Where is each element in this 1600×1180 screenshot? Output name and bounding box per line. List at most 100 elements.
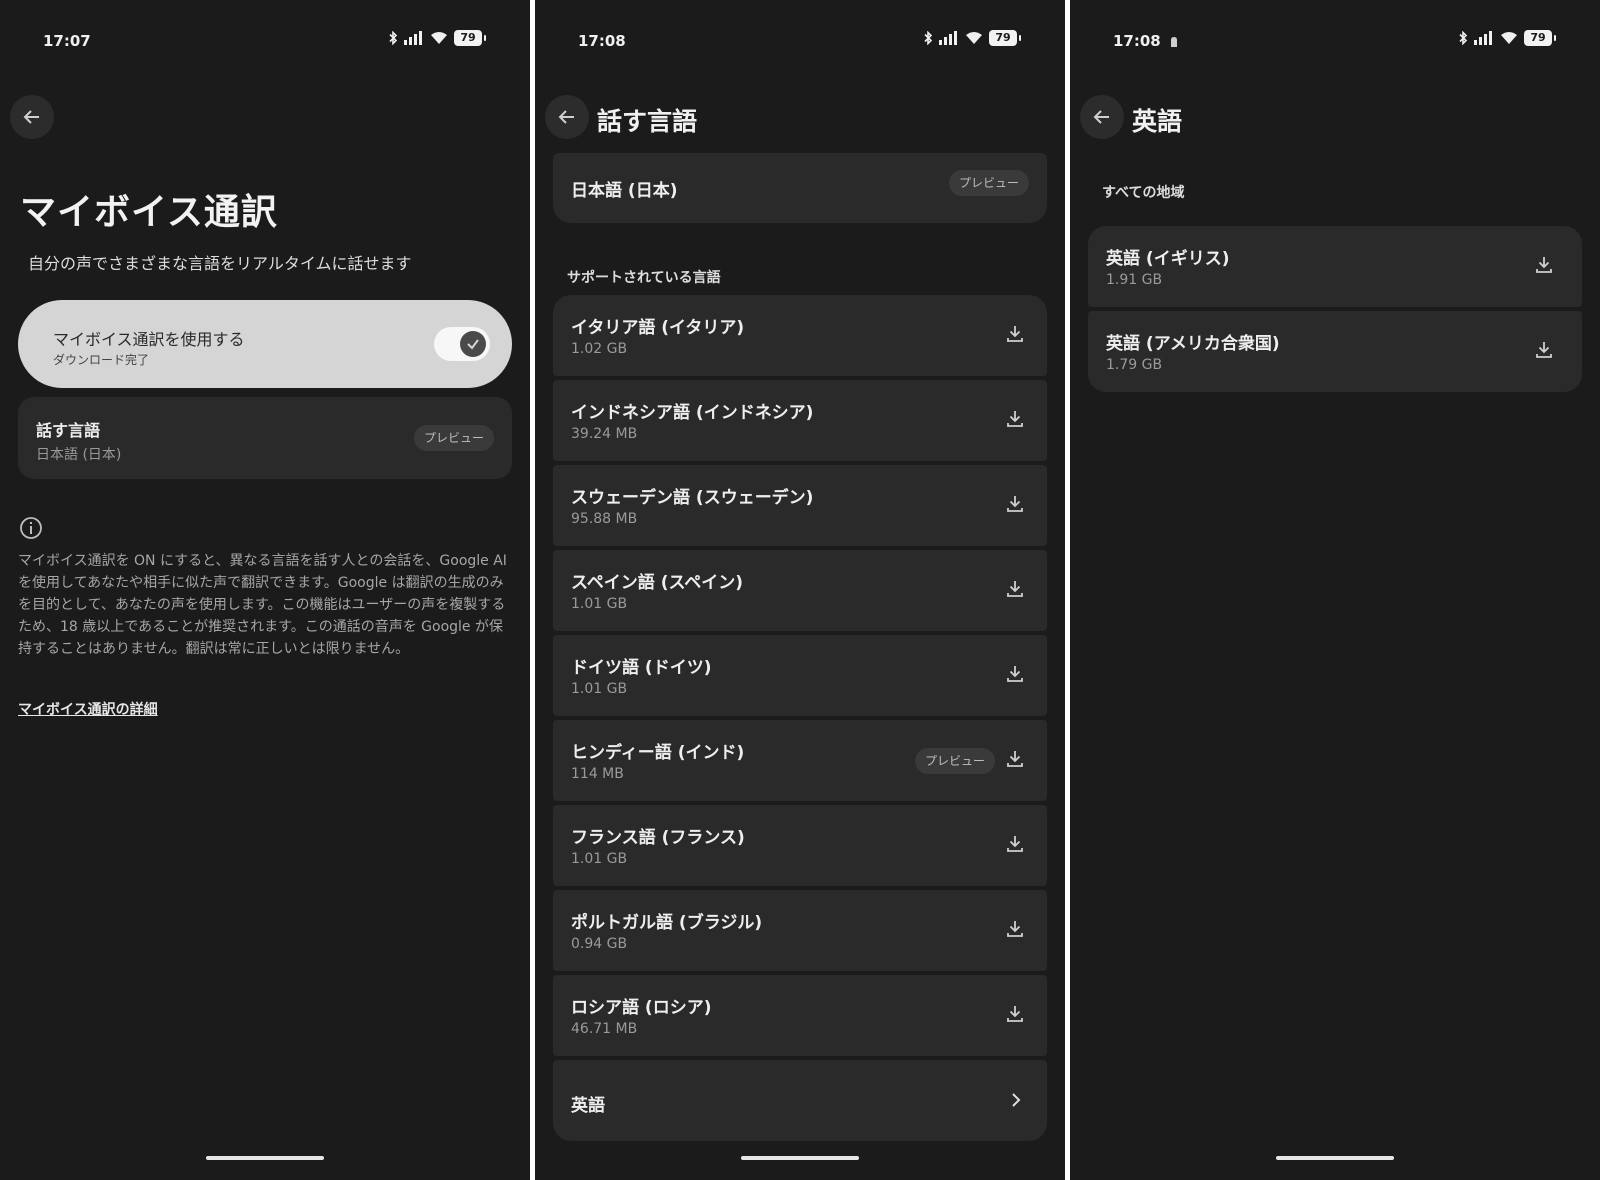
language-size: 1.01 GB — [571, 596, 628, 612]
all-regions-heading: すべての地域 — [1102, 185, 1185, 201]
language-name: 英語 — [571, 1096, 605, 1116]
status-bar: 17:08 79 — [535, 30, 1065, 54]
supported-languages-heading: サポートされている言語 — [567, 270, 721, 286]
signal-icon — [939, 31, 957, 45]
info-text: マイボイス通訳を ON にすると、異なる言語を話す人との会話を、Google A… — [18, 553, 507, 657]
speaking-language-value: 日本語 (日本) — [36, 447, 122, 463]
speaking-language-label: 話す言語 — [36, 421, 101, 440]
language-name: ドイツ語 (ドイツ) — [571, 658, 712, 678]
gesture-nav-bar[interactable] — [1276, 1156, 1394, 1160]
check-icon — [467, 339, 479, 350]
page-title: 英語 — [1132, 107, 1183, 136]
language-size: 114 MB — [571, 766, 624, 782]
download-status: ダウンロード完了 — [53, 353, 150, 367]
status-time-text: 17:08 — [1113, 32, 1161, 50]
toggle-switch[interactable] — [434, 327, 490, 361]
language-name: インドネシア語 (インドネシア) — [571, 403, 814, 423]
language-row-german[interactable]: ドイツ語 (ドイツ) 1.01 GB — [553, 635, 1047, 716]
arrow-left-icon — [558, 110, 574, 124]
arrow-left-icon — [23, 110, 39, 124]
current-language-card[interactable]: 日本語 (日本) プレビュー — [553, 153, 1047, 223]
back-button[interactable] — [545, 95, 589, 139]
back-button[interactable] — [1080, 95, 1124, 139]
language-row-english[interactable]: 英語 — [553, 1060, 1047, 1141]
status-time: 17:07 — [43, 32, 91, 50]
language-size: 1.01 GB — [571, 851, 628, 867]
download-icon[interactable] — [1005, 579, 1025, 599]
switch-knob — [460, 331, 486, 357]
language-size: 95.88 MB — [571, 511, 638, 527]
language-size: 1.02 GB — [571, 341, 628, 357]
language-size: 0.94 GB — [571, 936, 628, 952]
screen-my-voice-translation: 17:07 79 マイボイス通訳 自分の声でさまざまな言語をリアルタイムに話せま… — [0, 0, 530, 1180]
status-bar: 17:07 79 — [0, 30, 530, 54]
download-icon[interactable] — [1534, 340, 1554, 360]
language-name: スウェーデン語 (スウェーデン) — [571, 488, 814, 508]
language-name: 英語 (アメリカ合衆国) — [1106, 334, 1280, 354]
language-row-indonesian[interactable]: インドネシア語 (インドネシア) 39.24 MB — [553, 380, 1047, 461]
language-name: フランス語 (フランス) — [571, 828, 745, 848]
page-title: 話す言語 — [597, 107, 698, 136]
language-row-hindi[interactable]: ヒンディー語 (インド) 114 MB プレビュー — [553, 720, 1047, 801]
toggle-label: マイボイス通訳を使用する — [53, 330, 245, 349]
language-name: 英語 (イギリス) — [1106, 249, 1230, 269]
language-size: 1.91 GB — [1106, 272, 1163, 288]
download-icon[interactable] — [1534, 255, 1554, 275]
language-row-portuguese[interactable]: ポルトガル語 (ブラジル) 0.94 GB — [553, 890, 1047, 971]
screen-speaking-language: 17:08 79 話す言語 日本語 (日本) プレビュー サポートされている言語… — [535, 0, 1065, 1180]
download-icon[interactable] — [1005, 834, 1025, 854]
bluetooth-icon — [389, 31, 398, 45]
battery-icon: 79 — [989, 30, 1021, 46]
language-row-swedish[interactable]: スウェーデン語 (スウェーデン) 95.88 MB — [553, 465, 1047, 546]
preview-badge: プレビュー — [948, 170, 1029, 196]
screen-english-regions: 17:08 79 英語 すべての地域 英語 (イギリス) 1.91 GB 英語 … — [1070, 0, 1600, 1180]
download-icon[interactable] — [1005, 1004, 1025, 1024]
language-row-italian[interactable]: イタリア語 (イタリア) 1.02 GB — [553, 295, 1047, 376]
bluetooth-icon — [1459, 31, 1468, 45]
download-icon[interactable] — [1005, 324, 1025, 344]
back-button[interactable] — [10, 95, 54, 139]
details-link[interactable]: マイボイス通訳の詳細 — [18, 699, 158, 719]
gesture-nav-bar[interactable] — [206, 1156, 324, 1160]
language-size: 1.79 GB — [1106, 357, 1163, 373]
speaking-language-card[interactable]: 話す言語 日本語 (日本) プレビュー — [18, 397, 512, 479]
signal-icon — [1474, 31, 1492, 45]
current-language-name: 日本語 (日本) — [571, 181, 678, 201]
language-row-spanish[interactable]: スペイン語 (スペイン) 1.01 GB — [553, 550, 1047, 631]
download-icon[interactable] — [1005, 664, 1025, 684]
bluetooth-icon — [924, 31, 933, 45]
battery-icon: 79 — [1524, 30, 1556, 46]
wifi-icon — [1501, 32, 1517, 44]
language-row-english-us[interactable]: 英語 (アメリカ合衆国) 1.79 GB — [1088, 311, 1582, 392]
use-my-voice-toggle-card[interactable]: マイボイス通訳を使用する ダウンロード完了 — [18, 300, 512, 388]
status-bar: 17:08 79 — [1070, 30, 1600, 54]
download-icon[interactable] — [1005, 494, 1025, 514]
language-name: ヒンディー語 (インド) — [571, 743, 745, 763]
download-icon[interactable] — [1005, 919, 1025, 939]
language-row-russian[interactable]: ロシア語 (ロシア) 46.71 MB — [553, 975, 1047, 1056]
preview-badge: プレビュー — [914, 748, 995, 774]
language-size: 1.01 GB — [571, 681, 628, 697]
chevron-right-icon — [1012, 1093, 1021, 1107]
wifi-icon — [431, 32, 447, 44]
status-time: 17:08 — [1113, 32, 1179, 50]
page-title: マイボイス通訳 — [20, 192, 278, 233]
preview-badge: プレビュー — [413, 425, 494, 451]
language-size: 39.24 MB — [571, 426, 638, 442]
language-size: 46.71 MB — [571, 1021, 638, 1037]
language-name: イタリア語 (イタリア) — [571, 318, 745, 338]
info-icon — [20, 517, 42, 539]
language-name: ポルトガル語 (ブラジル) — [571, 913, 763, 933]
signal-icon — [404, 31, 422, 45]
status-time: 17:08 — [578, 32, 626, 50]
download-icon[interactable] — [1005, 749, 1025, 769]
language-row-english-uk[interactable]: 英語 (イギリス) 1.91 GB — [1088, 226, 1582, 307]
battery-icon: 79 — [454, 30, 486, 46]
notification-icon — [1170, 36, 1177, 47]
language-name: スペイン語 (スペイン) — [571, 573, 744, 593]
download-icon[interactable] — [1005, 409, 1025, 429]
wifi-icon — [966, 32, 982, 44]
language-name: ロシア語 (ロシア) — [571, 998, 712, 1018]
gesture-nav-bar[interactable] — [741, 1156, 859, 1160]
language-row-french[interactable]: フランス語 (フランス) 1.01 GB — [553, 805, 1047, 886]
